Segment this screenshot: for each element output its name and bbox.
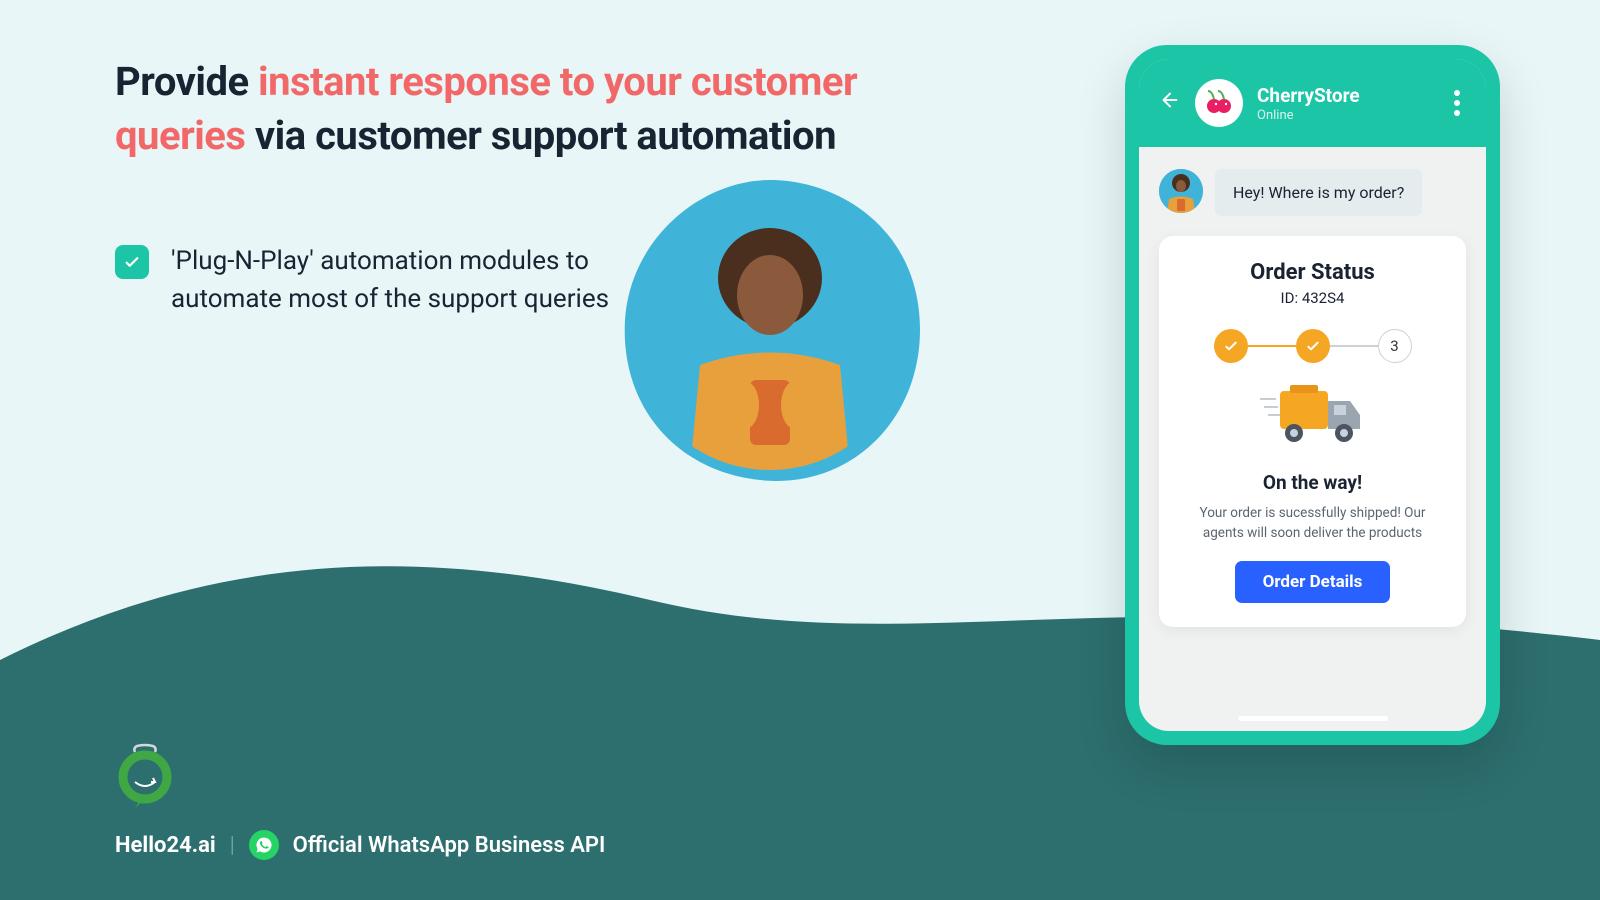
step-3-pending: 3 <box>1378 329 1412 363</box>
step-2-done-icon <box>1296 329 1330 363</box>
footer: Hello24.ai | Official WhatsApp Business … <box>115 742 605 860</box>
chat-title-block: CherryStore Online <box>1257 84 1434 123</box>
page-heading: Provide instant response to your custome… <box>115 55 925 163</box>
footer-line: Hello24.ai | Official WhatsApp Business … <box>115 830 605 860</box>
phone-mockup: CherryStore Online Hey! Where is my orde… <box>1125 45 1500 745</box>
step-connector <box>1248 345 1296 348</box>
person-photo <box>630 190 910 470</box>
order-id: ID: 432S4 <box>1179 289 1446 307</box>
footer-divider: | <box>230 833 235 858</box>
store-avatar[interactable] <box>1195 79 1243 127</box>
heading-part2: via customer support automation <box>245 112 836 159</box>
hello24-logo-icon <box>115 742 185 812</box>
shipment-status: On the way! <box>1179 471 1446 494</box>
check-icon <box>115 245 149 279</box>
shipment-description: Your order is sucessfully shipped! Our a… <box>1179 504 1446 543</box>
chat-body: Hey! Where is my order? Order Status ID:… <box>1139 147 1486 731</box>
brand-name: Hello24.ai <box>115 833 216 858</box>
order-status-card: Order Status ID: 432S4 3 <box>1159 236 1466 627</box>
more-options-icon[interactable] <box>1448 84 1466 122</box>
card-title: Order Status <box>1179 260 1446 285</box>
step-connector <box>1330 345 1378 348</box>
whatsapp-icon <box>249 830 279 860</box>
back-arrow-icon[interactable] <box>1159 89 1181 117</box>
step-1-done-icon <box>1214 329 1248 363</box>
user-message-row: Hey! Where is my order? <box>1159 169 1466 216</box>
home-indicator <box>1238 716 1388 721</box>
progress-steps: 3 <box>1179 329 1446 363</box>
truck-icon <box>1179 381 1446 455</box>
store-status: Online <box>1257 108 1434 123</box>
chat-header: CherryStore Online <box>1139 59 1486 147</box>
footer-tagline: Official WhatsApp Business API <box>293 833 606 858</box>
user-avatar <box>1159 169 1203 213</box>
store-name: CherryStore <box>1257 84 1434 107</box>
bullet-text: 'Plug-N-Play' automation modules to auto… <box>171 243 651 318</box>
order-details-button[interactable]: Order Details <box>1235 561 1391 603</box>
phone-screen: CherryStore Online Hey! Where is my orde… <box>1139 59 1486 731</box>
user-message-bubble: Hey! Where is my order? <box>1215 169 1422 216</box>
hero-image <box>600 160 940 500</box>
heading-part1: Provide <box>115 58 258 105</box>
